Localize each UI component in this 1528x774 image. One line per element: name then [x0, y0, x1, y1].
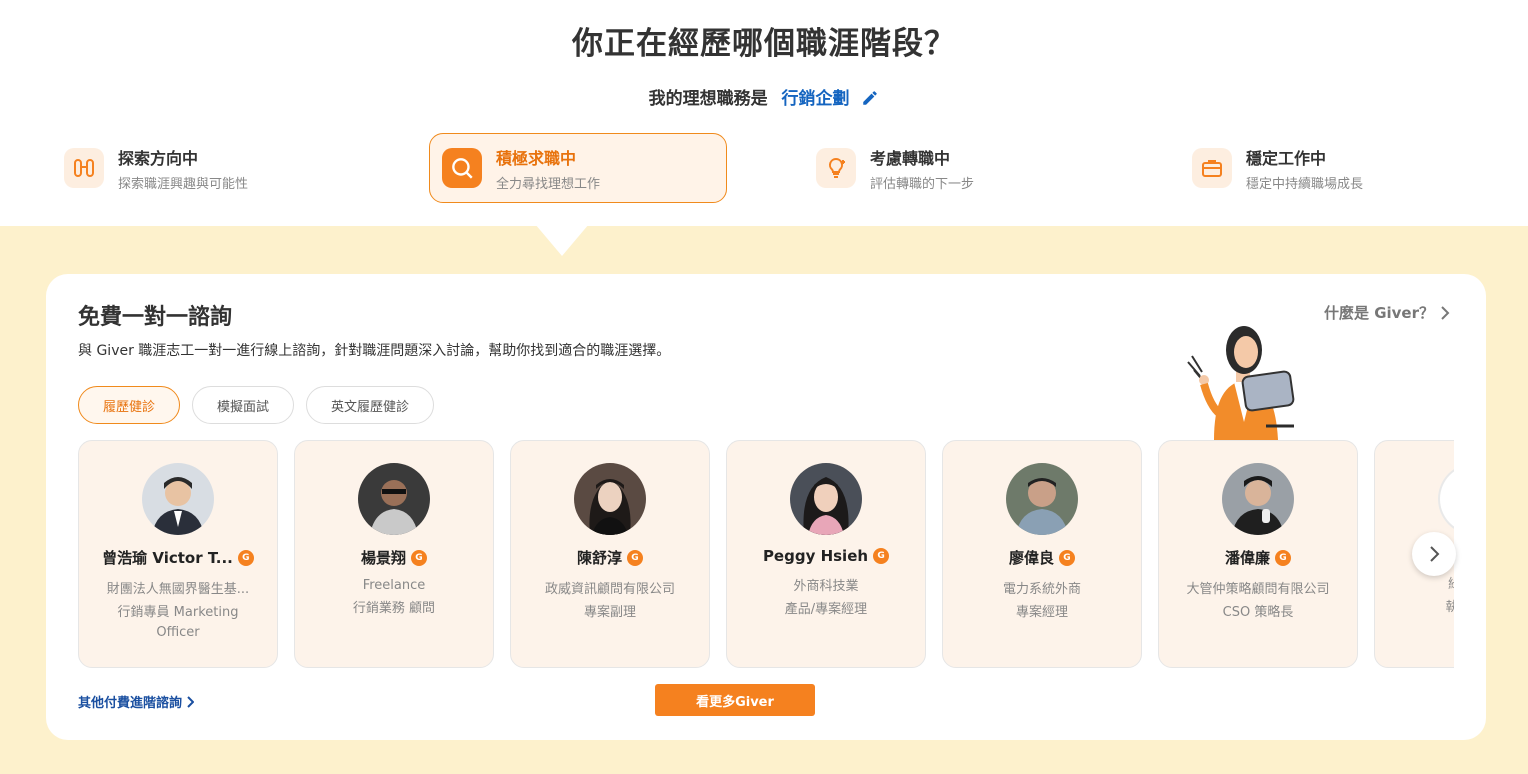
chevron-right-icon [1441, 305, 1450, 320]
giver-name: 楊景翔 [360, 549, 406, 567]
giver-org: 綠薈行匯 [1375, 573, 1454, 592]
stage-title: 穩定工作中 [1246, 148, 1327, 168]
giver-name: 廖偉良 [1008, 549, 1054, 567]
carousel-next-button[interactable] [1412, 532, 1456, 576]
avatar [358, 463, 430, 535]
chevron-right-icon [1430, 546, 1440, 562]
giver-role: 行銷專員 Marketing Officer [117, 605, 239, 640]
giver-name-row: 廖偉良 G [943, 547, 1141, 568]
other-paid-consult-link[interactable]: 其他付費進階諮詢 [78, 692, 195, 711]
giver-badge-icon: G [873, 548, 890, 564]
giver-role: 專案經理 [1015, 605, 1068, 620]
giver-name-row: 潘偉廉 G [1159, 547, 1357, 568]
briefcase-icon [1192, 148, 1232, 188]
giver-name: 潘偉廉 [1224, 549, 1270, 567]
giver-badge-icon: G [1059, 549, 1075, 566]
giver-illustration [1187, 326, 1295, 440]
giver-name-row: 陳舒淳 G [511, 547, 709, 568]
stage-subtitle: 探索職涯興趣與可能性 [118, 176, 249, 192]
stage-stable-working[interactable]: 穩定工作中 穩定中持續職場成長 [1180, 133, 1478, 203]
giver-card[interactable]: 廖偉良 G 電力系統外商 專案經理 [942, 440, 1142, 668]
giver-role: 產品/專案經理 [784, 602, 868, 617]
active-stage-pointer [535, 224, 589, 256]
giver-name-row: Peggy Hsieh G [727, 547, 925, 565]
binoculars-icon [64, 148, 104, 188]
giver-org: 外商科技業 [793, 579, 859, 594]
giver-name: Peggy Hsieh [762, 547, 869, 565]
other-paid-consult-label: 其他付費進階諮詢 [78, 696, 183, 711]
page-title: 你正在經歷哪個職涯階段？ [572, 26, 956, 62]
panel-description: 與 Giver 職涯志工一對一進行線上諮詢，針對職涯問題深入討論，幫助你找到適合… [78, 343, 671, 359]
lightbulb-icon [816, 148, 856, 188]
giver-badge-icon: G [237, 549, 254, 566]
giver-role: 執行長(兩 [1375, 598, 1454, 618]
giver-card[interactable]: 陳舒淳 G 政威資訊顧問有限公司 專案副理 [510, 440, 710, 668]
giver-badge-icon: G [1275, 549, 1291, 566]
tab-resume-check[interactable]: 履歷健診 [78, 386, 181, 424]
giver-name-row: 楊景翔 G [295, 547, 493, 568]
avatar [574, 463, 646, 535]
stage-subtitle: 評估轉職的下一步 [870, 176, 975, 192]
giver-carousel: 曾浩瑜 Victor T... G 財團法人無國界醫生基... 行銷專員 Mark… [78, 440, 1454, 668]
giver-role: CSO 策略長 [1222, 605, 1294, 620]
stage-title: 積極求職中 [496, 148, 577, 168]
avatar [1438, 463, 1454, 535]
giver-org: 大管仲策略顧問有限公司 [1186, 582, 1330, 597]
ideal-job-line: 我的理想職務是 行銷企劃 [0, 84, 1528, 112]
giver-role: 專案副理 [583, 605, 636, 620]
stage-title: 考慮轉職中 [870, 148, 951, 168]
stage-subtitle: 穩定中持續職場成長 [1246, 176, 1364, 192]
stage-subtitle: 全力尋找理想工作 [496, 176, 601, 192]
giver-card[interactable]: 曾浩瑜 Victor T... G 財團法人無國界醫生基... 行銷專員 Mark… [78, 440, 278, 668]
search-icon [442, 148, 482, 188]
ideal-job-value[interactable]: 行銷企劃 [782, 89, 850, 109]
stage-title: 探索方向中 [118, 148, 199, 168]
giver-name: 陳舒淳 [576, 549, 622, 567]
avatar [790, 463, 862, 535]
giver-org: 政威資訊顧問有限公司 [544, 582, 675, 597]
stage-exploring[interactable]: 探索方向中 探索職涯興趣與可能性 [52, 133, 350, 203]
giver-name: 曾浩瑜 Victor T... [102, 549, 233, 567]
giver-card[interactable]: Peggy Hsieh G 外商科技業 產品/專案經理 [726, 440, 926, 668]
giver-name-row: 曾浩瑜 Victor T... G [79, 547, 277, 568]
giver-org: Freelance [362, 578, 426, 593]
giver-card[interactable]: 楊景翔 G Freelance 行銷業務 顧問 [294, 440, 494, 668]
giver-badge-icon: G [411, 549, 427, 566]
stage-considering-change[interactable]: 考慮轉職中 評估轉職的下一步 [804, 133, 1102, 203]
giver-org: 電力系統外商 [1002, 582, 1081, 597]
giver-card[interactable]: 潘偉廉 G 大管仲策略顧問有限公司 CSO 策略長 [1158, 440, 1358, 668]
see-more-givers-button[interactable]: 看更多Giver [655, 684, 815, 716]
panel-title: 免費一對一諮詢 [78, 305, 233, 330]
avatar [1222, 463, 1294, 535]
stage-selector: 探索方向中 探索職涯興趣與可能性 積極求職中 全力尋找理想工作 考慮轉職中 評估… [0, 133, 1528, 203]
pencil-icon[interactable] [861, 89, 879, 112]
consult-tabs: 履歷健診 模擬面試 英文履歷健診 [78, 386, 446, 424]
chevron-right-icon [187, 695, 195, 708]
giver-badge-icon: G [627, 549, 643, 566]
giver-org: 財團法人無國界醫生基... [106, 582, 250, 597]
tab-english-resume-check[interactable]: 英文履歷健診 [306, 386, 435, 424]
ideal-job-label: 我的理想職務是 [648, 89, 768, 109]
what-is-giver-label: 什麼是 Giver？ [1323, 304, 1434, 322]
avatar [142, 463, 214, 535]
tab-mock-interview[interactable]: 模擬面試 [192, 386, 295, 424]
what-is-giver-link[interactable]: 什麼是 Giver？ [1324, 302, 1450, 323]
giver-role: 行銷業務 顧問 [352, 601, 436, 616]
avatar [1006, 463, 1078, 535]
stage-job-seeking[interactable]: 積極求職中 全力尋找理想工作 [429, 133, 727, 203]
consult-panel: 免費一對一諮詢 與 Giver 職涯志工一對一進行線上諮詢，針對職涯問題深入討論… [46, 274, 1486, 740]
